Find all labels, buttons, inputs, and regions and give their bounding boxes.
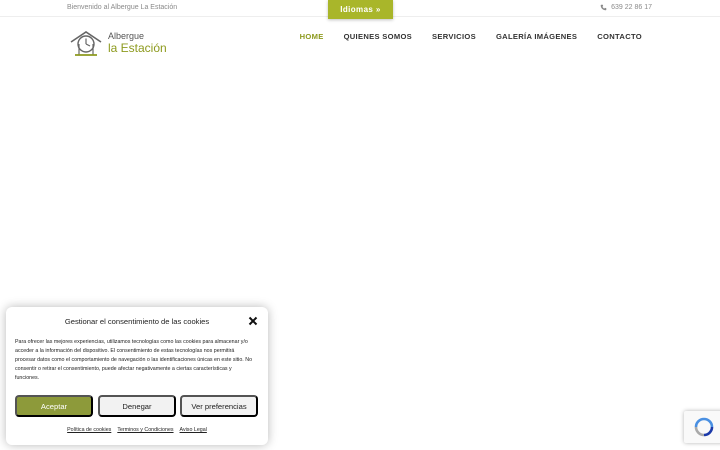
cookie-title: Gestionar el consentimiento de las cooki… [64, 317, 210, 326]
logo-line2: la Estación [108, 41, 167, 55]
welcome-text: Bienvenido al Albergue La Estación [67, 4, 178, 11]
phone-contact[interactable]: 639 22 86 17 [600, 4, 652, 11]
cookie-links: Política de cookies Terminos y Condicion… [6, 427, 268, 433]
page: Bienvenido al Albergue La Estación Idiom… [0, 0, 720, 450]
nav-item-servicios[interactable]: SERVICIOS [432, 32, 476, 41]
cookie-text: Para ofrecer las mejores experiencias, u… [15, 339, 253, 381]
site-logo[interactable]: Albergue la Estación [68, 28, 167, 58]
recaptcha-badge[interactable] [684, 411, 720, 443]
cookie-policy-link[interactable]: Política de cookies [67, 427, 111, 433]
top-bar: Bienvenido al Albergue La Estación Idiom… [0, 0, 720, 19]
nav-item-galeria[interactable]: GALERÍA IMÁGENES [496, 32, 577, 41]
terms-link[interactable]: Terminos y Condiciones [117, 427, 173, 433]
close-icon[interactable] [248, 316, 258, 326]
view-preferences-button[interactable]: Ver preferencias [180, 395, 258, 417]
nav-item-contacto[interactable]: CONTACTO [597, 32, 642, 41]
nav-item-quienes-somos[interactable]: QUIENES SOMOS [344, 32, 412, 41]
logo-icon [70, 31, 102, 56]
accept-button[interactable]: Aceptar [15, 395, 93, 417]
logo-line1: Albergue [108, 31, 145, 41]
deny-button[interactable]: Denegar [98, 395, 176, 417]
cookie-consent-modal: Gestionar el consentimiento de las cooki… [6, 307, 268, 445]
nav-item-home[interactable]: HOME [300, 32, 324, 41]
language-button[interactable]: Idiomas » [328, 0, 393, 19]
main-nav: HOME QUIENES SOMOS SERVICIOS GALERÍA IMÁ… [300, 32, 642, 41]
phone-number: 639 22 86 17 [611, 4, 652, 11]
logo-text: Albergue la Estación [108, 31, 167, 55]
phone-icon [600, 4, 607, 11]
recaptcha-icon [694, 417, 714, 437]
legal-notice-link[interactable]: Aviso Legal [180, 427, 207, 433]
